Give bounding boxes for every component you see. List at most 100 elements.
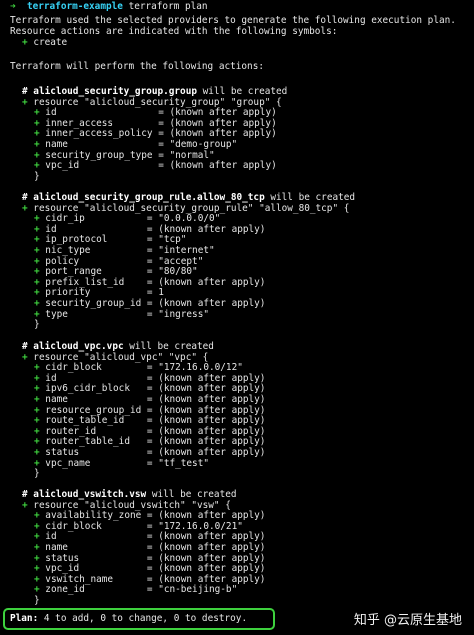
resource-attribute: + cidr_block = "172.16.0.0/12" xyxy=(34,362,243,373)
attribute-value: = (known after apply) xyxy=(146,372,266,384)
attribute-value: = (known after apply) xyxy=(146,563,266,575)
plus-symbol: + xyxy=(34,245,46,256)
resource-header: # alicloud_security_group_rule.allow_80_… xyxy=(22,192,355,203)
attribute-value: = (known after apply) xyxy=(158,107,277,119)
attribute-padding xyxy=(130,383,147,394)
plus-symbol: + xyxy=(34,223,46,235)
plus-symbol: + xyxy=(34,276,46,288)
attribute-value: = "ingress" xyxy=(146,308,209,320)
attribute-value: = (known after apply) xyxy=(146,573,266,585)
resource-address: alicloud_vswitch.vsw xyxy=(33,489,147,500)
resource-attribute: + inner_access = (known after apply) xyxy=(34,118,277,129)
plus-symbol: + xyxy=(34,457,46,469)
attribute-value: = "tf_test" xyxy=(146,457,209,469)
attribute-padding xyxy=(130,436,147,447)
attribute-name: name xyxy=(45,139,68,150)
terminal-window[interactable]: ➜ terraform-example terraform plan Terra… xyxy=(0,0,474,635)
attribute-name: name xyxy=(45,394,68,405)
attribute-name: vpc_name xyxy=(45,457,91,469)
intro-line-2: Resource actions are indicated with the … xyxy=(10,26,338,37)
symbol-legend-label: create xyxy=(33,37,68,48)
resource-declaration-text: resource "alicloud_vpc" "vpc" { xyxy=(27,351,209,363)
perform-text: Terraform will perform the following act… xyxy=(10,61,264,72)
comment-hash: # xyxy=(22,192,34,203)
resource-attribute: + prefix_list_id = (known after apply) xyxy=(34,277,265,288)
plus-symbol: + xyxy=(34,573,46,585)
attribute-padding xyxy=(90,287,146,298)
resource-attribute: + router_id = (known after apply) xyxy=(34,426,265,437)
intro-line-1: Terraform used the selected providers to… xyxy=(10,15,456,26)
attribute-padding xyxy=(107,234,147,245)
resource-attribute: + ipv6_cidr_block = (known after apply) xyxy=(34,383,265,394)
attribute-name: ipv6_cidr_block xyxy=(45,383,130,395)
attribute-padding xyxy=(79,256,147,267)
resource-attribute: + vpc_id = (known after apply) xyxy=(34,563,265,574)
plus-symbol: + xyxy=(34,128,46,140)
resource-attribute: + availability_zone = (known after apply… xyxy=(34,510,265,521)
plan-summary-text: 4 to add, 0 to change, 0 to destroy. xyxy=(43,613,248,624)
attribute-padding xyxy=(57,224,147,235)
attribute-padding xyxy=(68,542,147,553)
attribute-value: = "internet" xyxy=(146,245,215,256)
resource-attribute: + name = "demo-group" xyxy=(34,139,237,150)
attribute-name: inner_access_policy xyxy=(45,128,153,140)
prompt-arrow-icon: ➜ xyxy=(10,1,16,12)
attribute-value: = (known after apply) xyxy=(146,223,266,235)
attribute-name: resource_group_id xyxy=(45,404,142,416)
attribute-padding xyxy=(90,245,146,256)
resource-attribute: + router_table_id = (known after apply) xyxy=(34,436,265,447)
attribute-name: policy xyxy=(45,255,80,267)
resource-declaration: + resource "alicloud_security_group_rule… xyxy=(22,203,349,214)
attribute-name: status xyxy=(45,552,80,564)
attribute-padding xyxy=(124,415,147,426)
attribute-value: = (known after apply) xyxy=(146,531,266,543)
resource-attribute: + resource_group_id = (known after apply… xyxy=(34,405,265,416)
resource-attribute: + cidr_block = "172.16.0.0/21" xyxy=(34,521,243,532)
prompt-line: ➜ terraform-example terraform plan xyxy=(10,1,208,12)
resource-attribute: + vswitch_name = (known after apply) xyxy=(34,574,265,585)
plus-symbol: + xyxy=(34,510,46,522)
resource-attribute: + inner_access_policy = (known after app… xyxy=(34,128,277,139)
prompt-command: terraform plan xyxy=(128,1,208,12)
attribute-value: = (known after apply) xyxy=(158,117,277,129)
resource-declaration: + resource "alicloud_security_group" "gr… xyxy=(22,97,282,108)
plus-symbol: + xyxy=(34,563,46,575)
attribute-value: = (known after apply) xyxy=(146,276,266,288)
plus-symbol: + xyxy=(34,520,46,532)
resource-attribute: + priority = 1 xyxy=(34,287,164,298)
plus-symbol: + xyxy=(34,552,46,564)
attribute-name: ip_protocol xyxy=(45,234,108,246)
attribute-value: = (known after apply) xyxy=(146,510,266,522)
plus-symbol: + xyxy=(34,584,46,596)
plus-symbol: + xyxy=(22,37,28,48)
resource-attribute: + name = (known after apply) xyxy=(34,394,265,405)
attribute-name: security_group_id xyxy=(45,298,142,309)
attribute-name: id xyxy=(45,223,57,235)
resource-closing-brace: } xyxy=(34,170,40,182)
attribute-padding xyxy=(102,266,147,277)
attribute-name: vpc_id xyxy=(45,160,80,172)
resource-attribute: + security_group_type = "normal" xyxy=(34,150,215,161)
attribute-padding xyxy=(57,107,159,118)
attribute-padding xyxy=(68,139,158,150)
resource-declaration: + resource "alicloud_vpc" "vpc" { xyxy=(22,352,208,363)
plus-symbol: + xyxy=(34,107,46,119)
plus-symbol: + xyxy=(34,255,46,267)
plan-summary: Plan: 4 to add, 0 to change, 0 to destro… xyxy=(10,613,247,624)
prompt-directory: terraform-example xyxy=(26,1,123,12)
attribute-padding xyxy=(79,160,158,171)
resource-action-text: will be created xyxy=(129,341,214,352)
attribute-name: zone_id xyxy=(45,584,85,596)
attribute-name: cidr_block xyxy=(45,362,102,374)
attribute-value: = (known after apply) xyxy=(146,415,266,427)
attribute-name: inner_access xyxy=(45,117,114,129)
resource-attribute: + route_table_id = (known after apply) xyxy=(34,415,265,426)
attribute-value: = "accept" xyxy=(146,255,204,267)
resource-action-text: will be created xyxy=(202,86,288,97)
resource-header: # alicloud_vswitch.vsw will be created xyxy=(22,489,237,500)
plus-symbol: + xyxy=(34,447,46,458)
resource-attribute: + policy = "accept" xyxy=(34,256,203,267)
attribute-value: = (known after apply) xyxy=(158,128,277,140)
resource-attribute: + status = (known after apply) xyxy=(34,447,265,458)
plus-symbol: + xyxy=(34,149,46,161)
